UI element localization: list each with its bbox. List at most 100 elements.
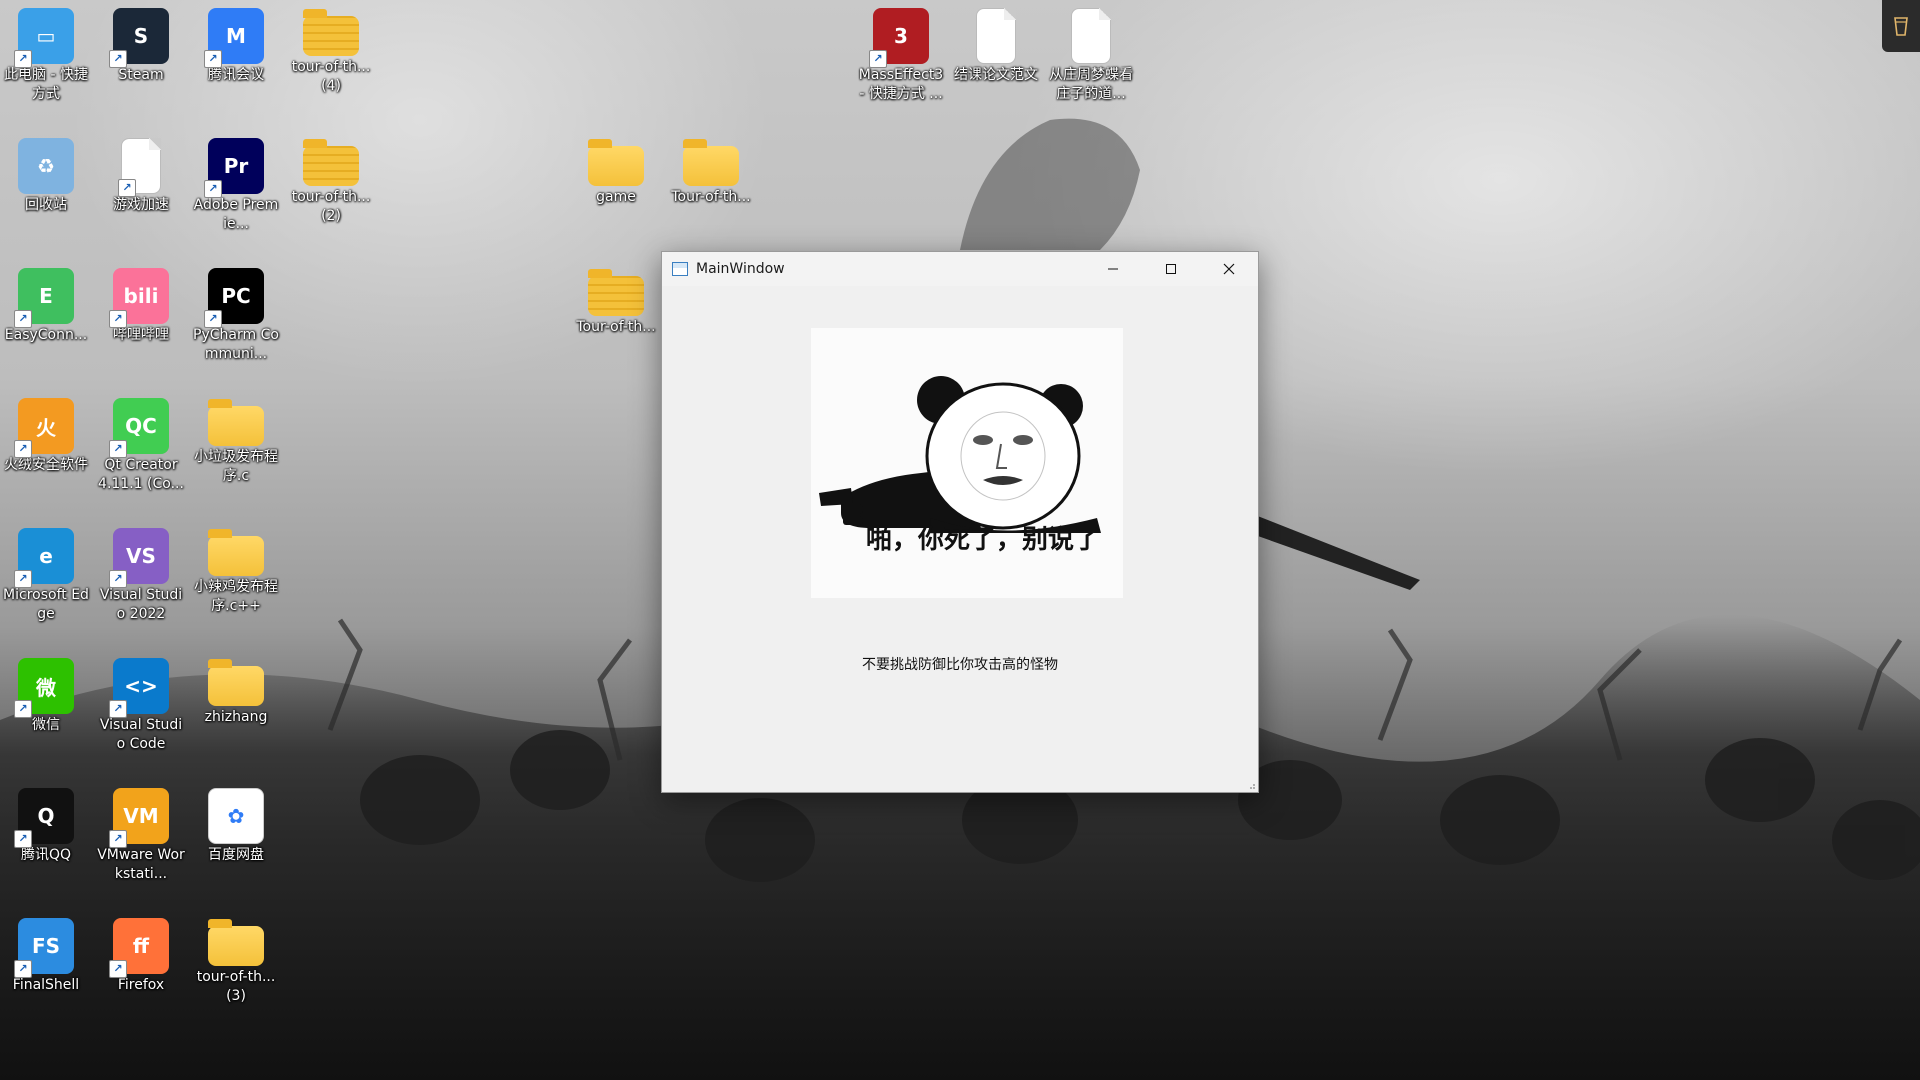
desktop-icon[interactable]: Tour-of-th... — [665, 132, 757, 207]
desktop-icon[interactable]: Q ↗ 腾讯QQ — [0, 782, 92, 865]
desktop-icon-label: FinalShell — [12, 977, 80, 993]
desktop-icon-label: 此电脑 - 快捷方式 — [4, 67, 88, 102]
desktop-icon-label: tour-of-th... (3) — [196, 969, 276, 1004]
minimize-button[interactable] — [1084, 252, 1142, 286]
folder-icon — [208, 919, 264, 966]
desktop-icon[interactable]: bili ↗ 哔哩哔哩 — [95, 262, 187, 345]
zip-folder-icon — [303, 139, 359, 186]
title-bar[interactable]: MainWindow — [662, 252, 1258, 286]
desktop-icon[interactable]: PC ↗ PyCharm Communi... — [190, 262, 282, 364]
resize-grip-icon[interactable] — [1246, 780, 1256, 790]
desktop-icon[interactable]: 微 ↗ 微信 — [0, 652, 92, 735]
baidu-netdisk-icon: ✿ — [208, 788, 264, 844]
shortcut-arrow-icon: ↗ — [109, 50, 127, 68]
desktop-icon[interactable]: 从庄周梦蝶看庄子的道... — [1045, 2, 1137, 104]
desktop-icon-label: game — [596, 189, 636, 205]
document-icon: ↗ — [118, 138, 161, 197]
shortcut-arrow-icon: ↗ — [109, 440, 127, 458]
visual-studio-icon: VS ↗ — [109, 528, 169, 588]
meme-image: 啪，你死了，别说了 — [811, 328, 1123, 598]
meme-caption: 啪，你死了，别说了 — [866, 524, 1100, 555]
mass-effect-icon: 3 ↗ — [869, 8, 929, 68]
desktop-icon-label: Firefox — [117, 977, 165, 993]
easyconnect-icon: E ↗ — [14, 268, 74, 328]
steam-icon: S ↗ — [109, 8, 169, 68]
desktop-icon[interactable]: M ↗ 腾讯会议 — [190, 2, 282, 85]
desktop-icon[interactable]: ▭ ↗ 此电脑 - 快捷方式 — [0, 2, 92, 104]
pycharm-icon: PC ↗ — [204, 268, 264, 328]
desktop-icon[interactable]: tour-of-th... (2) — [285, 132, 377, 226]
shortcut-arrow-icon: ↗ — [14, 440, 32, 458]
desktop-icon[interactable]: 结课论文范文 — [950, 2, 1042, 85]
maximize-icon — [1166, 264, 1176, 274]
shortcut-arrow-icon: ↗ — [204, 50, 222, 68]
desktop-icon[interactable]: game — [570, 132, 662, 207]
desktop-icon[interactable]: ↗ 游戏加速 — [95, 132, 187, 215]
desktop-icon-label: Adobe Premie... — [193, 197, 279, 232]
desktop-icon-label: Qt Creator 4.11.1 (Co... — [98, 457, 184, 492]
top-right-widget[interactable] — [1882, 0, 1920, 52]
desktop-icon-label: PyCharm Communi... — [193, 327, 279, 362]
desktop-icon[interactable]: QC ↗ Qt Creator 4.11.1 (Co... — [95, 392, 187, 494]
desktop-icon[interactable]: S ↗ Steam — [95, 2, 187, 85]
shortcut-arrow-icon: ↗ — [109, 830, 127, 848]
desktop-icon[interactable]: tour-of-th... (4) — [285, 2, 377, 96]
desktop-icon-label: 结课论文范文 — [954, 67, 1038, 83]
desktop-icon-label: 小垃圾发布程序.c — [194, 449, 278, 484]
shortcut-arrow-icon: ↗ — [869, 50, 887, 68]
desktop-icon-label: 火绒安全软件 — [4, 457, 88, 473]
desktop-icon[interactable]: tour-of-th... (3) — [190, 912, 282, 1006]
shortcut-arrow-icon: ↗ — [109, 570, 127, 588]
desktop-icon[interactable]: 火 ↗ 火绒安全软件 — [0, 392, 92, 475]
desktop-icon[interactable]: ff ↗ Firefox — [95, 912, 187, 995]
desktop-icon[interactable]: 小垃圾发布程序.c — [190, 392, 282, 486]
desktop-icon-label: VMware Workstati... — [97, 847, 185, 882]
main-window[interactable]: MainWindow 啪，你死了，别说了 不要挑战防御比你攻击高的怪物 — [661, 251, 1259, 793]
shortcut-arrow-icon: ↗ — [109, 700, 127, 718]
tencent-meeting-icon: M ↗ — [204, 8, 264, 68]
window-title: MainWindow — [696, 261, 785, 277]
desktop-icon[interactable]: VS ↗ Visual Studio 2022 — [95, 522, 187, 624]
huorong-icon: 火 ↗ — [14, 398, 74, 458]
shortcut-arrow-icon: ↗ — [204, 180, 222, 198]
minimize-icon — [1108, 268, 1118, 270]
desktop-icon[interactable]: ♻ 回收站 — [0, 132, 92, 215]
document-icon — [1071, 8, 1111, 64]
close-icon — [1223, 263, 1235, 275]
close-button[interactable] — [1200, 252, 1258, 286]
desktop-icon-label: 小辣鸡发布程序.c++ — [194, 579, 278, 614]
desktop-icon[interactable]: Pr ↗ Adobe Premie... — [190, 132, 282, 234]
zip-folder-icon — [303, 9, 359, 56]
desktop-icon[interactable]: <> ↗ Visual Studio Code — [95, 652, 187, 754]
desktop-icon-label: 微信 — [32, 717, 60, 733]
desktop-icon[interactable]: e ↗ Microsoft Edge — [0, 522, 92, 624]
desktop-icon-label: tour-of-th... (4) — [291, 59, 371, 94]
desktop-icon-label: Tour-of-th... — [671, 189, 751, 205]
shortcut-arrow-icon: ↗ — [204, 310, 222, 328]
vscode-icon: <> ↗ — [109, 658, 169, 718]
app-window-icon — [672, 262, 688, 276]
desktop-icon[interactable]: Tour-of-th... — [570, 262, 662, 337]
desktop-icon[interactable]: FS ↗ FinalShell — [0, 912, 92, 995]
desktop-icon-label: Visual Studio Code — [99, 717, 183, 752]
desktop-icon[interactable]: 3 ↗ MassEffect3 - 快捷方式 ... — [855, 2, 947, 104]
shortcut-arrow-icon: ↗ — [14, 830, 32, 848]
document-icon — [976, 8, 1016, 64]
desktop-icon-label: zhizhang — [204, 709, 268, 725]
shortcut-arrow-icon: ↗ — [14, 310, 32, 328]
desktop-icon[interactable]: 小辣鸡发布程序.c++ — [190, 522, 282, 616]
qq-icon: Q ↗ — [14, 788, 74, 848]
desktop-icon-label: 腾讯QQ — [20, 847, 72, 863]
cup-icon — [1894, 17, 1908, 36]
desktop-icon-label: Steam — [118, 67, 164, 83]
desktop-icon-label: Tour-of-th... — [576, 319, 656, 335]
desktop-icon[interactable]: VM ↗ VMware Workstati... — [95, 782, 187, 884]
recycle-bin-icon: ♻ — [18, 138, 74, 194]
desktop-icon[interactable]: zhizhang — [190, 652, 282, 727]
desktop-icon[interactable]: E ↗ EasyConn... — [0, 262, 92, 345]
maximize-button[interactable] — [1142, 252, 1200, 286]
desktop-icon-label: 回收站 — [25, 197, 67, 213]
desktop-icon[interactable]: ✿ 百度网盘 — [190, 782, 282, 865]
bilibili-icon: bili ↗ — [109, 268, 169, 328]
message-label: 不要挑战防御比你攻击高的怪物 — [862, 657, 1058, 673]
